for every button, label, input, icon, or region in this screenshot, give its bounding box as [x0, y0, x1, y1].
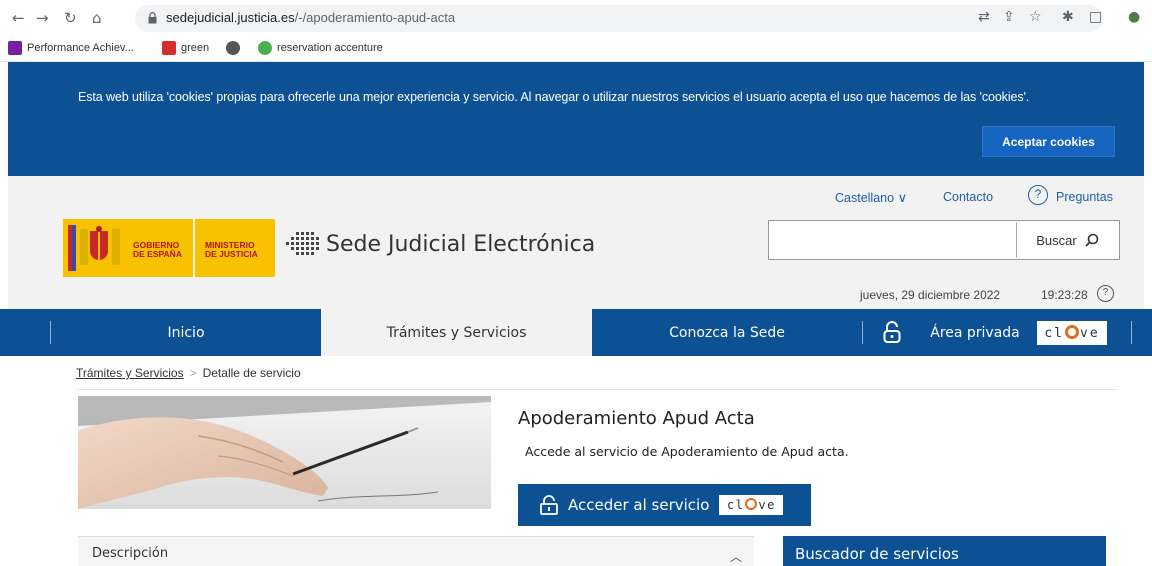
service-image: [78, 396, 491, 509]
service-description: Accede al servicio de Apoderamiento de A…: [525, 444, 849, 459]
min-line2: DE JUSTICIA: [205, 249, 258, 259]
sidepanel-icon[interactable]: □: [1089, 9, 1102, 25]
site-header: Castellano ∨ Contacto ? Preguntas GOBIER…: [8, 176, 1144, 309]
clave-o-icon: [745, 498, 758, 510]
access-service-button[interactable]: Acceder al servicio cl ve: [518, 484, 811, 526]
gov-line2: DE ESPAÑA: [133, 249, 182, 259]
sede-logo-icon: [286, 232, 319, 255]
clave-left: cl: [1044, 325, 1064, 341]
contact-link[interactable]: Contacto: [943, 190, 993, 204]
breadcrumb-separator-icon: >: [189, 366, 197, 380]
nav-conozca[interactable]: Conozca la Sede: [592, 309, 862, 356]
url-path: /-/apoderamiento-apud-acta: [294, 10, 456, 25]
back-icon[interactable]: ←: [12, 10, 25, 26]
padlock-icon: [540, 495, 558, 515]
help-icon[interactable]: ?: [1028, 185, 1048, 205]
nav-inicio[interactable]: Inicio: [51, 309, 321, 356]
clave-left: cl: [726, 498, 745, 512]
accept-cookies-button[interactable]: Aceptar cookies: [982, 126, 1115, 157]
main-content: Trámites y Servicios > Detalle de servicio: [8, 356, 1144, 566]
translate-icon[interactable]: ⇄: [978, 9, 990, 25]
breadcrumb-current: Detalle de servicio: [202, 366, 301, 380]
padlock-icon[interactable]: [883, 321, 901, 343]
questions-link[interactable]: Preguntas: [1056, 190, 1113, 204]
cookie-banner: Esta web utiliza 'cookies' propias para …: [8, 62, 1144, 176]
home-icon[interactable]: ⌂: [92, 10, 102, 26]
leaf-icon: [258, 41, 272, 55]
browser-toolbar: ← → ↻ ⌂ sedejudicial.justicia.es/-/apode…: [0, 0, 1152, 36]
ministerio-logo: MINISTERIO DE JUSTICIA: [195, 219, 275, 277]
profile-icon[interactable]: ●: [1128, 9, 1140, 25]
nav-divider: [862, 321, 863, 344]
share-icon[interactable]: ⇪: [1003, 9, 1015, 25]
chevron-down-icon: ∨: [897, 190, 908, 205]
description-panel[interactable]: Descripción ︿: [78, 536, 754, 566]
search-icon: [1085, 233, 1099, 247]
bookmark-green[interactable]: green: [162, 41, 209, 55]
star-icon[interactable]: ☆: [1029, 9, 1042, 25]
search-button[interactable]: Buscar: [1016, 222, 1118, 258]
access-service-label: Acceder al servicio: [568, 496, 710, 514]
gobierno-logo: GOBIERNO DE ESPAÑA: [63, 219, 193, 277]
globe-icon: [226, 41, 240, 55]
breadcrumb-parent[interactable]: Trámites y Servicios: [76, 366, 184, 380]
clave-right: ve: [758, 498, 776, 512]
current-date: jueves, 29 diciembre 2022: [860, 288, 1001, 302]
extensions-icon[interactable]: ✱: [1062, 9, 1074, 25]
url-host: sedejudicial.justicia.es: [166, 10, 295, 25]
bookmark-reservation[interactable]: reservation accenture: [258, 41, 383, 55]
nav-area-privada[interactable]: Área privada: [920, 309, 1030, 356]
mail-icon: [162, 41, 176, 55]
divider: [76, 389, 1118, 390]
nav-divider: [1131, 321, 1132, 344]
service-title: Apoderamiento Apud Acta: [518, 408, 755, 429]
time-help-icon[interactable]: ?: [1097, 285, 1114, 302]
accenture-icon: [8, 41, 22, 55]
chevron-up-icon[interactable]: ︿: [730, 548, 742, 565]
reload-icon[interactable]: ↻: [64, 10, 77, 26]
language-selector[interactable]: Castellano ∨: [835, 190, 907, 206]
bookmark-label: Performance Achiev...: [27, 42, 134, 54]
service-search-panel[interactable]: Buscador de servicios: [783, 536, 1106, 566]
bookmark-label: green: [181, 42, 210, 54]
government-logo[interactable]: GOBIERNO DE ESPAÑA MINISTERIO DE JUSTICIA: [63, 219, 275, 277]
search-label: Buscar: [1036, 232, 1077, 248]
forward-icon[interactable]: →: [36, 10, 49, 26]
bookmark-performance[interactable]: Performance Achiev...: [8, 41, 134, 55]
language-label: Castellano: [835, 191, 895, 205]
clave-badge: cl ve: [719, 495, 784, 515]
current-time: 19:23:28: [1041, 288, 1088, 302]
clave-right: ve: [1080, 325, 1100, 341]
coat-of-arms-icon: [68, 225, 120, 271]
cookie-text: Esta web utiliza 'cookies' propias para …: [78, 90, 1030, 104]
main-navigation: Inicio Trámites y Servicios Conozca la S…: [0, 309, 1152, 356]
nav-tramites[interactable]: Trámites y Servicios: [321, 309, 592, 356]
breadcrumb: Trámites y Servicios > Detalle de servicio: [76, 366, 301, 380]
site-title[interactable]: Sede Judicial Electrónica: [326, 232, 595, 257]
bookmark-globe[interactable]: [226, 41, 240, 55]
service-search-label: Buscador de servicios: [795, 545, 959, 563]
lock-icon[interactable]: [148, 12, 157, 24]
bookmark-label: reservation accenture: [277, 42, 383, 54]
hand-writing-image: [78, 396, 491, 509]
url-text[interactable]: sedejudicial.justicia.es/-/apoderamiento…: [166, 10, 455, 25]
bookmarks-bar: Performance Achiev... green reservation …: [0, 36, 1152, 62]
clave-badge[interactable]: cl ve: [1037, 321, 1107, 345]
clave-o-icon: [1065, 325, 1079, 339]
